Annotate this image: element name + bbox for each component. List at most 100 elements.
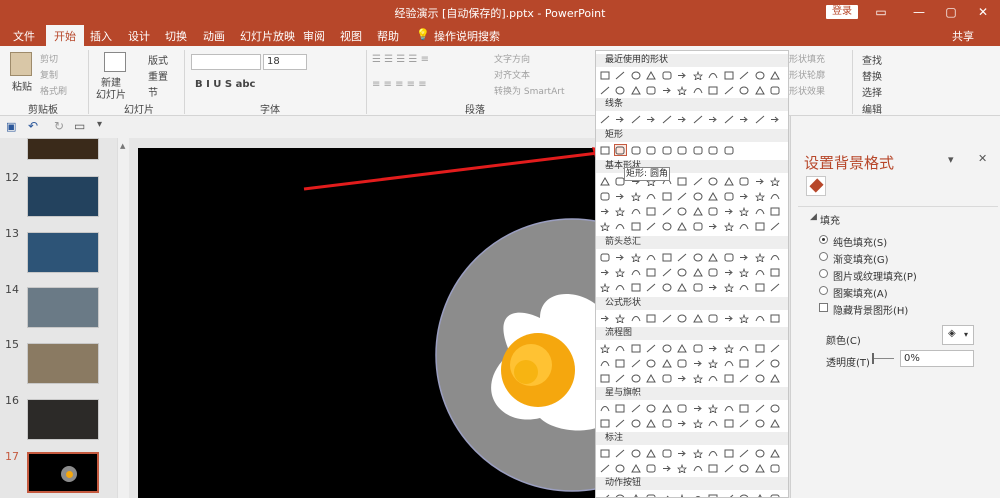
shape-option-icon[interactable]: [630, 206, 641, 216]
shape-option-icon[interactable]: [692, 191, 703, 201]
start-slideshow-icon[interactable]: ▭: [74, 119, 85, 133]
layout-button[interactable]: 版式: [148, 52, 168, 67]
shape-option-icon[interactable]: [708, 267, 719, 277]
shape-option-icon[interactable]: [646, 70, 657, 80]
shape-option-icon[interactable]: [708, 403, 719, 413]
shape-option-icon[interactable]: [630, 403, 641, 413]
shape-option-icon[interactable]: [661, 358, 672, 368]
shape-option-icon[interactable]: [677, 114, 688, 124]
shape-option-icon[interactable]: [754, 493, 765, 497]
shape-option-icon[interactable]: [599, 373, 610, 383]
shape-option-icon[interactable]: [770, 176, 781, 186]
shape-option-icon[interactable]: [646, 252, 657, 262]
shape-option-icon[interactable]: [708, 343, 719, 353]
cut-button[interactable]: 剪切: [40, 52, 58, 65]
shape-option-icon[interactable]: [708, 493, 719, 497]
copy-button[interactable]: 复制: [40, 68, 58, 81]
shape-option-icon[interactable]: [677, 221, 688, 231]
shape-option-icon[interactable]: [630, 221, 641, 231]
shape-option-icon[interactable]: [723, 403, 734, 413]
shape-option-icon[interactable]: [708, 313, 719, 323]
shape-option-icon[interactable]: [708, 448, 719, 458]
undo-icon[interactable]: ↶: [28, 119, 38, 133]
shape-option-icon[interactable]: [692, 145, 703, 155]
tell-me-search[interactable]: 操作说明搜索: [434, 28, 500, 44]
shape-option-icon[interactable]: [754, 373, 765, 383]
shape-option-icon[interactable]: [677, 418, 688, 428]
ribbon-display-options-icon[interactable]: ▭: [872, 3, 890, 21]
shape-outline-button[interactable]: 形状轮廓: [789, 68, 825, 81]
shape-option-icon[interactable]: [677, 358, 688, 368]
pane-options-dropdown[interactable]: ▾: [948, 153, 954, 166]
section-collapse-icon[interactable]: ◢: [810, 212, 817, 222]
shape-option-icon[interactable]: [646, 448, 657, 458]
shape-option-icon[interactable]: [739, 252, 750, 262]
shape-option-icon[interactable]: [599, 85, 610, 95]
shape-option-icon[interactable]: [754, 267, 765, 277]
shape-option-icon[interactable]: [661, 206, 672, 216]
shape-option-icon[interactable]: [739, 206, 750, 216]
shape-option-icon[interactable]: [646, 493, 657, 497]
shape-option-icon[interactable]: [739, 221, 750, 231]
rounded-rectangle-shape-icon[interactable]: [613, 144, 627, 156]
shape-option-icon[interactable]: [739, 448, 750, 458]
shape-option-icon[interactable]: [615, 70, 626, 80]
shape-option-icon[interactable]: [723, 252, 734, 262]
shape-option-icon[interactable]: [770, 358, 781, 368]
new-slide-icon[interactable]: [104, 52, 126, 72]
shape-effects-button[interactable]: 形状效果: [789, 84, 825, 97]
shape-option-icon[interactable]: [599, 145, 610, 155]
customize-qat-icon[interactable]: ▾: [97, 119, 102, 130]
shape-option-icon[interactable]: [770, 373, 781, 383]
shape-option-icon[interactable]: [630, 267, 641, 277]
tab-animations[interactable]: 动画: [203, 28, 225, 44]
hide-background-label[interactable]: 隐藏背景图形(H): [833, 302, 908, 317]
shape-option-icon[interactable]: [615, 448, 626, 458]
solid-fill-radio[interactable]: [819, 235, 828, 244]
shape-option-icon[interactable]: [599, 448, 610, 458]
shape-option-icon[interactable]: [723, 358, 734, 368]
shape-option-icon[interactable]: [615, 85, 626, 95]
shape-option-icon[interactable]: [615, 358, 626, 368]
shape-option-icon[interactable]: [692, 267, 703, 277]
shape-option-icon[interactable]: [677, 463, 688, 473]
shape-option-icon[interactable]: [739, 313, 750, 323]
shape-option-icon[interactable]: [677, 252, 688, 262]
shape-option-icon[interactable]: [692, 463, 703, 473]
shape-option-icon[interactable]: [677, 145, 688, 155]
shape-option-icon[interactable]: [692, 282, 703, 292]
text-direction-button[interactable]: 文字方向: [494, 52, 530, 65]
shape-option-icon[interactable]: [770, 313, 781, 323]
shape-option-icon[interactable]: [723, 373, 734, 383]
shape-option-icon[interactable]: [661, 313, 672, 323]
pattern-fill-radio[interactable]: [819, 286, 828, 295]
shape-option-icon[interactable]: [630, 252, 641, 262]
shape-option-icon[interactable]: [692, 493, 703, 497]
shape-option-icon[interactable]: [599, 206, 610, 216]
shape-option-icon[interactable]: [599, 313, 610, 323]
shape-option-icon[interactable]: [723, 176, 734, 186]
fill-tab-icon[interactable]: [806, 176, 826, 196]
shape-option-icon[interactable]: [692, 176, 703, 186]
shape-option-icon[interactable]: [739, 373, 750, 383]
shape-option-icon[interactable]: [739, 176, 750, 186]
shape-option-icon[interactable]: [677, 282, 688, 292]
shape-option-icon[interactable]: [630, 448, 641, 458]
shape-option-icon[interactable]: [661, 493, 672, 497]
shape-option-icon[interactable]: [661, 191, 672, 201]
shape-option-icon[interactable]: [661, 403, 672, 413]
shape-option-icon[interactable]: [708, 85, 719, 95]
shape-option-icon[interactable]: [754, 403, 765, 413]
shape-option-icon[interactable]: [754, 418, 765, 428]
shape-option-icon[interactable]: [708, 252, 719, 262]
tab-view[interactable]: 视图: [340, 28, 362, 44]
tab-transitions[interactable]: 切换: [165, 28, 187, 44]
shape-option-icon[interactable]: [661, 463, 672, 473]
shape-option-icon[interactable]: [708, 114, 719, 124]
shape-option-icon[interactable]: [754, 85, 765, 95]
reset-button[interactable]: 重置: [148, 68, 168, 83]
tab-design[interactable]: 设计: [128, 28, 150, 44]
shape-option-icon[interactable]: [754, 358, 765, 368]
shape-option-icon[interactable]: [692, 70, 703, 80]
shape-option-icon[interactable]: [770, 70, 781, 80]
